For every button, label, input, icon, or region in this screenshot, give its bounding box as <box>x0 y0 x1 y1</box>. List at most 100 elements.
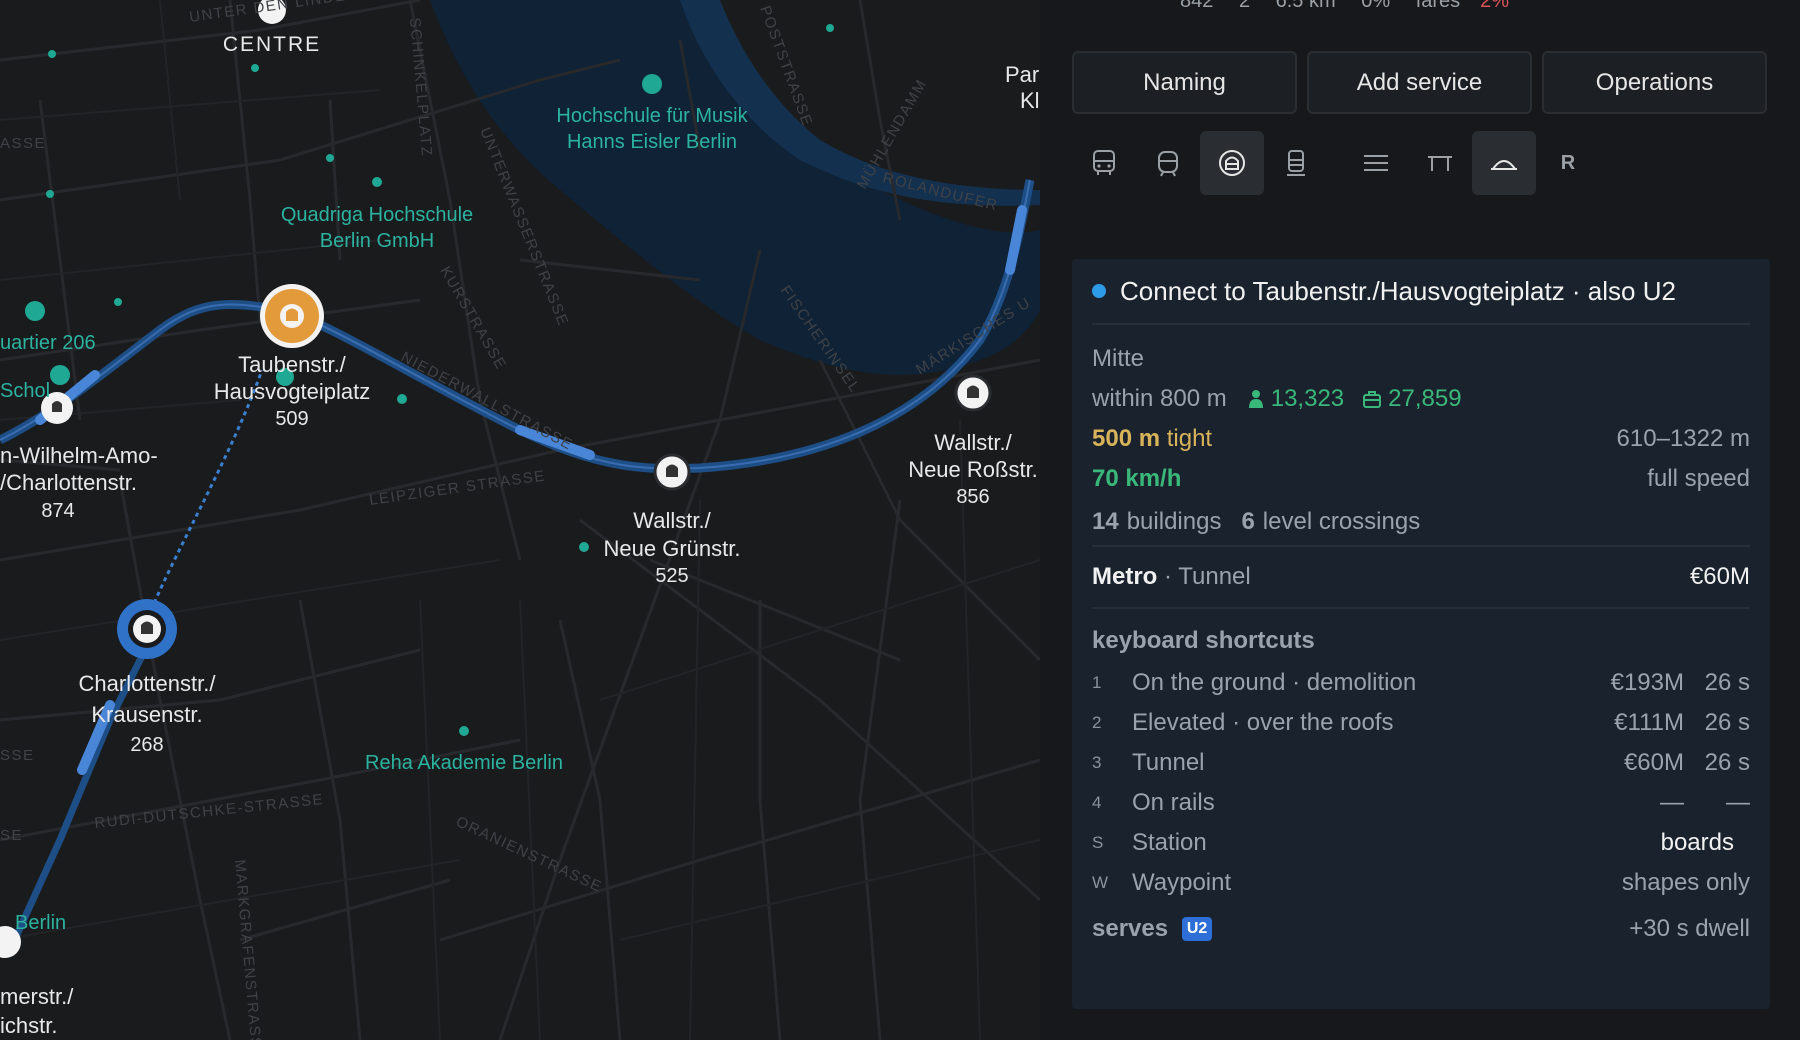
street-label: SE <box>0 827 23 844</box>
dwell-note: +30 s dwell <box>1629 915 1750 942</box>
metro-icon[interactable] <box>1200 131 1264 195</box>
poi-label: Par <box>1005 62 1039 87</box>
spacing-range: 610–1322 m <box>1616 425 1750 452</box>
share-stat: 0% <box>1361 0 1391 12</box>
shortcuts-title: keyboard shortcuts <box>1092 627 1315 654</box>
segment-info-card: Connect to Taubenstr./Hausvogteiplatz · … <box>1072 259 1770 1009</box>
shortcut-elevated[interactable]: 2 Elevated · over the roofs €111M 26 s <box>1092 703 1750 743</box>
riders-stat: 842 <box>1180 0 1214 12</box>
stop-wallstr-rossstr[interactable] <box>954 374 992 412</box>
svg-text:/Charlottenstr.: /Charlottenstr. <box>0 470 137 495</box>
stop-taubenstr[interactable] <box>260 284 324 348</box>
tunnel-icon[interactable] <box>1472 131 1536 195</box>
svg-text:856: 856 <box>956 486 989 508</box>
buildings-label: buildings <box>1126 508 1222 535</box>
svg-text:ichstr.: ichstr. <box>0 1013 57 1038</box>
shortcut-tunnel[interactable]: 3 Tunnel €60M 26 s <box>1092 743 1750 783</box>
fares-value: 2% <box>1480 0 1510 12</box>
top-stats-bar: 842 2 6.5 km 0% fares 2% <box>1180 0 1529 13</box>
svg-text:509: 509 <box>275 408 308 430</box>
briefcase-icon <box>1363 391 1382 408</box>
connect-heading: Connect to Taubenstr./Hausvogteiplatz · … <box>1120 275 1676 306</box>
svg-text:merstr./: merstr./ <box>0 984 74 1009</box>
poi-label: uartier 206 <box>0 332 96 354</box>
serves-label: serves <box>1092 915 1169 942</box>
poi-label: Hochschule für Musik <box>556 105 748 127</box>
svg-text:Charlottenstr./: Charlottenstr./ <box>79 671 217 696</box>
ground-icon[interactable] <box>1344 131 1408 195</box>
svg-text:Wallstr./: Wallstr./ <box>633 508 711 533</box>
poi-label: Reha Akademie Berlin <box>365 752 563 774</box>
route-line-proposed[interactable] <box>143 369 264 626</box>
shortcut-ground[interactable]: 1 On the ground · demolition €193M 26 s <box>1092 663 1750 703</box>
street-label: RUDI-DUTSCHKE-STRASSE <box>94 791 325 832</box>
add-service-button[interactable]: Add service <box>1307 51 1532 114</box>
action-tabs: Naming Add service Operations <box>1072 51 1767 114</box>
svg-text:Taubenstr./: Taubenstr./ <box>238 352 347 377</box>
street-label: ASSE <box>0 135 46 152</box>
rails-toggle-button[interactable]: R <box>1536 131 1600 195</box>
poi-label: Hanns Eisler Berlin <box>567 131 737 153</box>
buildings-count: 14 <box>1092 508 1119 535</box>
svg-text:n-Wilhelm-Amo-: n-Wilhelm-Amo- <box>0 443 158 468</box>
crossings-count: 6 <box>1241 508 1255 535</box>
stop-label-taubenstr: Taubenstr./ Hausvogteiplatz 509 <box>214 352 371 430</box>
status-dot <box>1092 284 1106 298</box>
district-label: CENTRE <box>223 33 321 56</box>
street-label: NIEDERWALLSTRASSE <box>398 349 576 454</box>
person-icon <box>1248 390 1263 408</box>
mode-toolbar: R <box>1072 131 1600 195</box>
catchment-label: within 800 m <box>1092 385 1227 412</box>
elevated-icon[interactable] <box>1408 131 1472 195</box>
svg-text:525: 525 <box>655 565 688 587</box>
total-cost: €60M <box>1689 563 1750 590</box>
metro-icon <box>141 621 153 634</box>
stop-label-sw: merstr./ ichstr. <box>0 984 74 1038</box>
poi-label: Berlin GmbH <box>320 230 434 252</box>
jobs-count: 27,859 <box>1388 385 1462 412</box>
length-stat: 6.5 km <box>1275 0 1336 12</box>
bus-icon[interactable] <box>1072 131 1136 195</box>
speed-value: 70 km/h <box>1092 465 1182 492</box>
fares-label: fares <box>1415 0 1461 12</box>
operations-button[interactable]: Operations <box>1542 51 1767 114</box>
street-label: MARKGRAFENSTRASSE <box>231 859 265 1040</box>
svg-text:Wallstr./: Wallstr./ <box>934 430 1012 455</box>
stop-label-wallstr-rossstr: Wallstr./ Neue Roßstr. 856 <box>908 430 1038 508</box>
line-subtype: · Tunnel <box>1164 563 1251 590</box>
speed-note: full speed <box>1647 465 1750 492</box>
lines-stat: 2 <box>1238 0 1251 12</box>
stop-label-wallstr-gruenstr: Wallstr./ Neue Grünstr. 525 <box>604 508 741 587</box>
svg-text:Neue Grünstr.: Neue Grünstr. <box>604 536 741 561</box>
street-label: SCHINKELPLATZ <box>406 17 435 158</box>
stop-label-wilhelm-amo: n-Wilhelm-Amo- /Charlottenstr. 874 <box>0 443 158 522</box>
poi-label: Schol <box>0 380 50 402</box>
naming-button[interactable]: Naming <box>1072 51 1297 114</box>
train-icon[interactable] <box>1264 131 1328 195</box>
side-panel: 842 2 6.5 km 0% fares 2% Naming Add servi… <box>1040 0 1800 1040</box>
map-svg[interactable]: UNTER DEN LINDEN SCHINKELPLATZ POSTSTRAS… <box>0 0 1040 1040</box>
stop-wallstr-gruenstr[interactable] <box>653 453 691 491</box>
spacing-note: tight <box>1166 425 1213 452</box>
svg-text:874: 874 <box>41 500 74 522</box>
svg-text:268: 268 <box>130 734 163 756</box>
line-type: Metro <box>1092 563 1158 590</box>
shortcut-rails[interactable]: 4 On rails — — <box>1092 783 1750 823</box>
shortcut-waypoint[interactable]: W Waypoint shapes only <box>1092 863 1750 903</box>
svg-text:Hausvogteiplatz: Hausvogteiplatz <box>214 379 371 404</box>
tram-icon[interactable] <box>1136 131 1200 195</box>
street-label: ORANIENSTRASSE <box>453 813 605 896</box>
shortcut-station[interactable]: S Station boards <box>1092 823 1750 863</box>
svg-text:Krausenstr.: Krausenstr. <box>91 702 202 727</box>
poi-label: Berlin <box>15 912 66 934</box>
spacing-value: 500 m <box>1092 425 1161 452</box>
street-label: SSE <box>0 747 35 764</box>
stop-charlottenstr[interactable] <box>117 599 177 659</box>
poi-label: Quadriga Hochschule <box>281 204 473 226</box>
poi-label: Kl <box>1020 88 1040 113</box>
population-count: 13,323 <box>1270 385 1345 412</box>
metro-icon <box>286 308 298 321</box>
map-canvas[interactable]: UNTER DEN LINDEN SCHINKELPLATZ POSTSTRAS… <box>0 0 1040 1040</box>
line-badge-u2[interactable]: U2 <box>1182 917 1213 941</box>
svg-text:Neue Roßstr.: Neue Roßstr. <box>908 457 1038 482</box>
